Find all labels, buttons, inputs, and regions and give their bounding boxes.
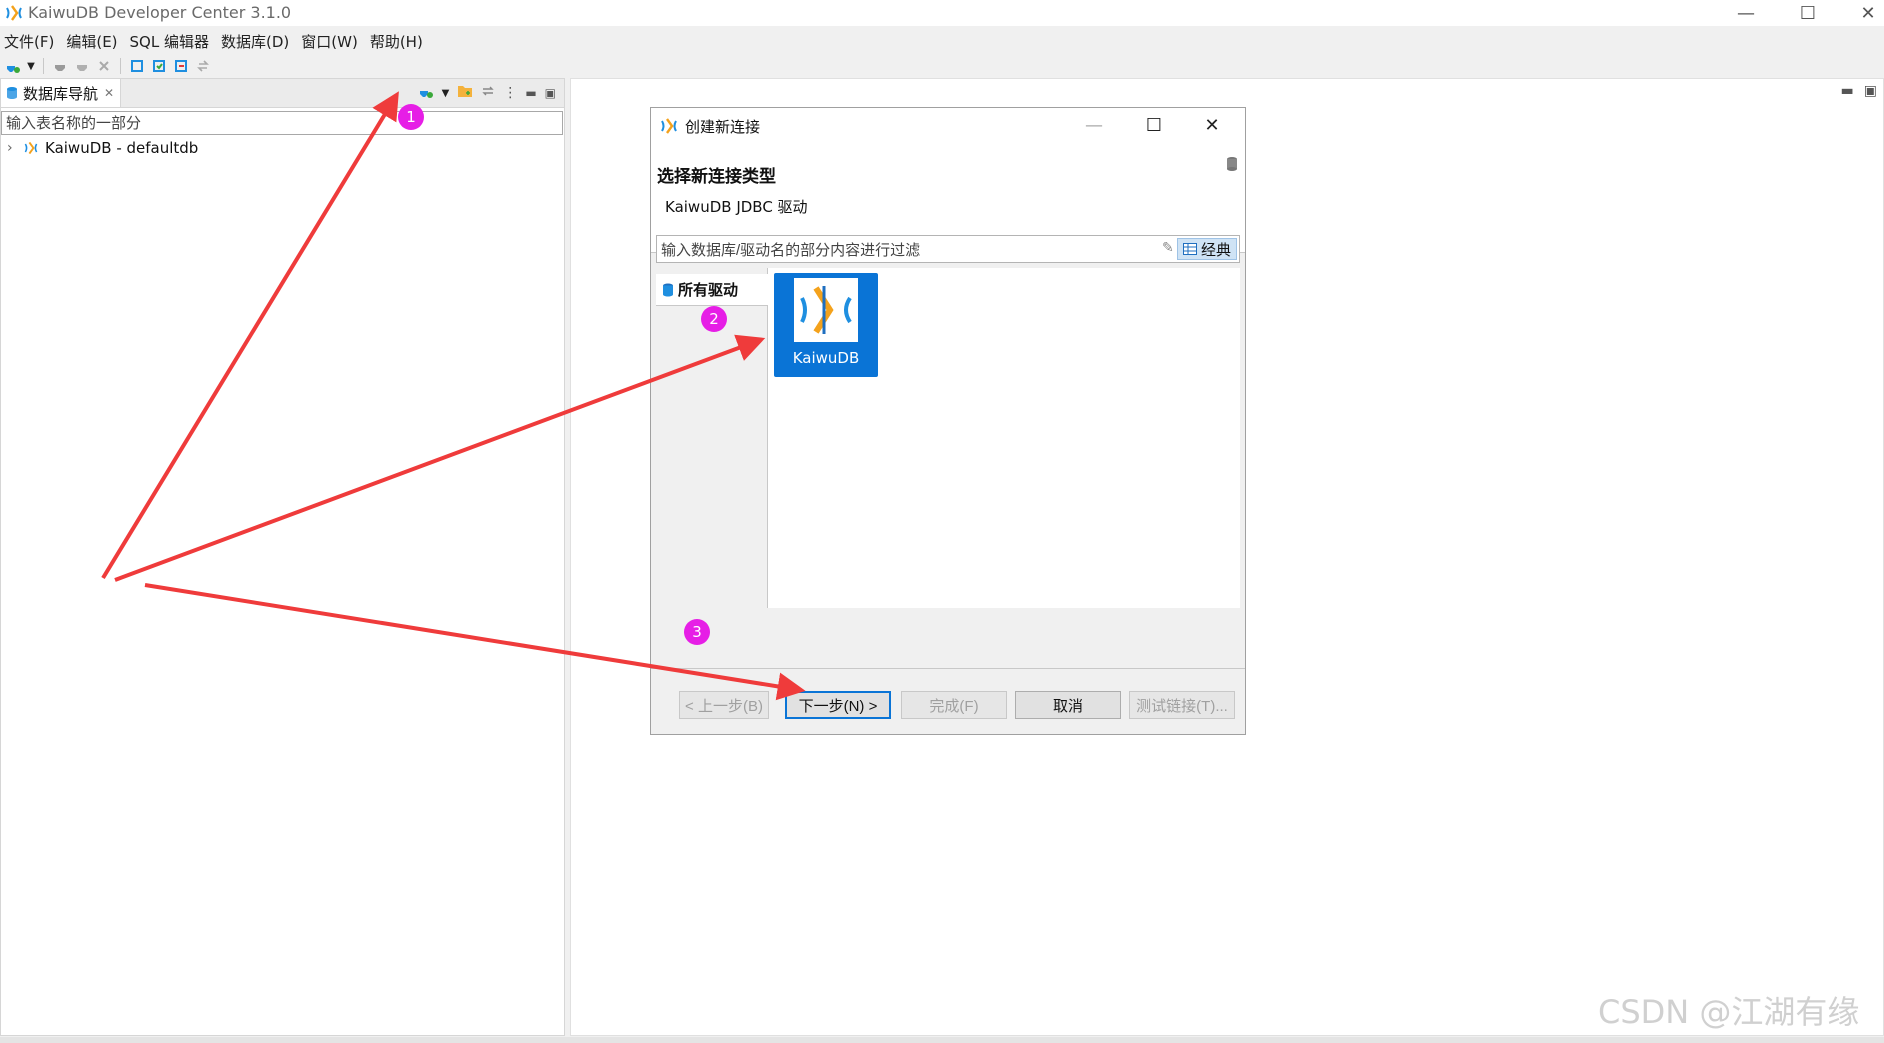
kaiwudb-logo-icon [24, 141, 38, 155]
menu-edit[interactable]: 编辑(E) [62, 30, 125, 54]
driver-selection-area: 所有驱动 KaiwuDB [656, 268, 1240, 608]
dialog-separator [651, 668, 1245, 669]
classic-label: 经典 [1200, 240, 1231, 259]
new-connection-icon[interactable] [4, 57, 22, 75]
link-with-editor-icon[interactable] [481, 84, 495, 102]
step-badge-3: 3 [684, 619, 710, 645]
disconnect-icon[interactable] [73, 57, 91, 75]
status-bar [0, 1037, 1884, 1043]
table-grid-icon [1182, 243, 1197, 255]
kaiwudb-logo-icon [6, 5, 22, 21]
kaiwudb-logo-icon [661, 118, 677, 134]
tree-item-connection[interactable]: › KaiwuDB - defaultdb [7, 137, 198, 159]
navigator-tab-bar: 数据库导航 ✕ ▼ ⋮ ▬ ▣ [1, 79, 564, 108]
menu-sql-editor[interactable]: SQL 编辑器 [126, 30, 217, 54]
title-bar: KaiwuDB Developer Center 3.1.0 — ☐ ✕ [0, 0, 1884, 26]
dialog-heading: 选择新连接类型 [657, 167, 776, 187]
minimize-icon[interactable]: — [1071, 108, 1117, 142]
tree-item-label: KaiwuDB - defaultdb [45, 139, 199, 157]
test-connection-button[interactable]: 测试链接(T)... [1129, 691, 1235, 719]
cancel-button[interactable]: 取消 [1015, 691, 1121, 719]
maximize-icon[interactable]: ☐ [1131, 108, 1177, 142]
create-connection-dialog: 创建新连接 — ☐ ✕ 选择新连接类型 KaiwuDB JDBC 驱动 ✎ 经典 [650, 107, 1246, 735]
expand-chevron-icon[interactable]: › [7, 140, 17, 156]
driver-filter-box: ✎ 经典 [656, 235, 1240, 263]
dropdown-arrow-icon[interactable]: ▼ [442, 88, 450, 99]
dialog-subtitle: KaiwuDB JDBC 驱动 [665, 198, 808, 216]
transaction-log-icon[interactable] [194, 57, 212, 75]
driver-filter-input[interactable] [659, 238, 1133, 262]
driver-name: KaiwuDB [792, 349, 860, 367]
table-filter-input[interactable] [1, 111, 563, 135]
kaiwudb-logo-icon [794, 278, 858, 342]
database-icon [663, 283, 673, 296]
dialog-title: 创建新连接 [685, 118, 761, 136]
close-tab-icon[interactable]: ✕ [104, 86, 114, 100]
dialog-title-bar: 创建新连接 — ☐ ✕ [651, 108, 1245, 142]
navigator-toolbar: ▼ ⋮ ▬ ▣ [418, 83, 556, 103]
toolbar-separator [120, 58, 121, 74]
classic-view-button[interactable]: 经典 [1177, 238, 1237, 260]
window-title: KaiwuDB Developer Center 3.1.0 [28, 3, 292, 22]
menu-file[interactable]: 文件(F) [0, 30, 62, 54]
finish-button[interactable]: 完成(F) [901, 691, 1007, 719]
menu-bar: 文件(F) 编辑(E) SQL 编辑器 数据库(D) 窗口(W) 帮助(H) [0, 30, 431, 54]
view-menu-icon[interactable]: ⋮ [503, 85, 517, 101]
new-folder-icon[interactable] [457, 84, 473, 102]
step-badge-1: 1 [398, 104, 424, 130]
close-icon[interactable]: ✕ [1840, 0, 1884, 26]
minimize-view-icon[interactable]: ▬ [525, 86, 536, 100]
invalidate-icon[interactable] [95, 57, 113, 75]
driver-tile-kaiwudb[interactable]: KaiwuDB [774, 273, 878, 377]
menu-window[interactable]: 窗口(W) [297, 30, 366, 54]
tab-label: 数据库导航 [23, 84, 99, 103]
step-badge-2: 2 [701, 306, 727, 332]
tab-database-navigator[interactable]: 数据库导航 ✕ [1, 79, 121, 107]
minimize-icon[interactable]: — [1718, 0, 1774, 26]
maximize-view-icon[interactable]: ▣ [545, 86, 556, 100]
toolbar-separator [43, 58, 44, 74]
database-navigator-panel: 数据库导航 ✕ ▼ ⋮ ▬ ▣ › KaiwuDB - defaultdb [0, 78, 565, 1036]
editor-controls: ▬ ▣ [1841, 83, 1877, 99]
back-button[interactable]: < 上一步(B) [679, 691, 769, 719]
menu-database[interactable]: 数据库(D) [217, 30, 297, 54]
close-icon[interactable]: ✕ [1189, 108, 1235, 142]
connect-icon[interactable] [51, 57, 69, 75]
tab-all-drivers[interactable]: 所有驱动 [656, 274, 768, 306]
minimize-view-icon[interactable]: ▬ [1841, 83, 1854, 99]
tab-label: 所有驱动 [678, 281, 739, 299]
main-toolbar: ▼ [0, 55, 212, 77]
new-connection-icon[interactable] [418, 83, 434, 103]
watermark: CSDN @江湖有缘 [1598, 993, 1860, 1031]
dropdown-arrow-icon[interactable]: ▼ [26, 57, 36, 75]
clear-filter-icon[interactable]: ✎ [1162, 240, 1174, 256]
rollback-icon[interactable] [172, 57, 190, 75]
maximize-icon[interactable]: ☐ [1780, 0, 1836, 26]
next-button[interactable]: 下一步(N) > [785, 691, 891, 719]
database-icon [7, 87, 17, 99]
database-stack-icon [1227, 157, 1237, 171]
menu-help[interactable]: 帮助(H) [366, 30, 431, 54]
maximize-view-icon[interactable]: ▣ [1864, 83, 1877, 99]
transaction-mode-icon[interactable] [128, 57, 146, 75]
commit-icon[interactable] [150, 57, 168, 75]
